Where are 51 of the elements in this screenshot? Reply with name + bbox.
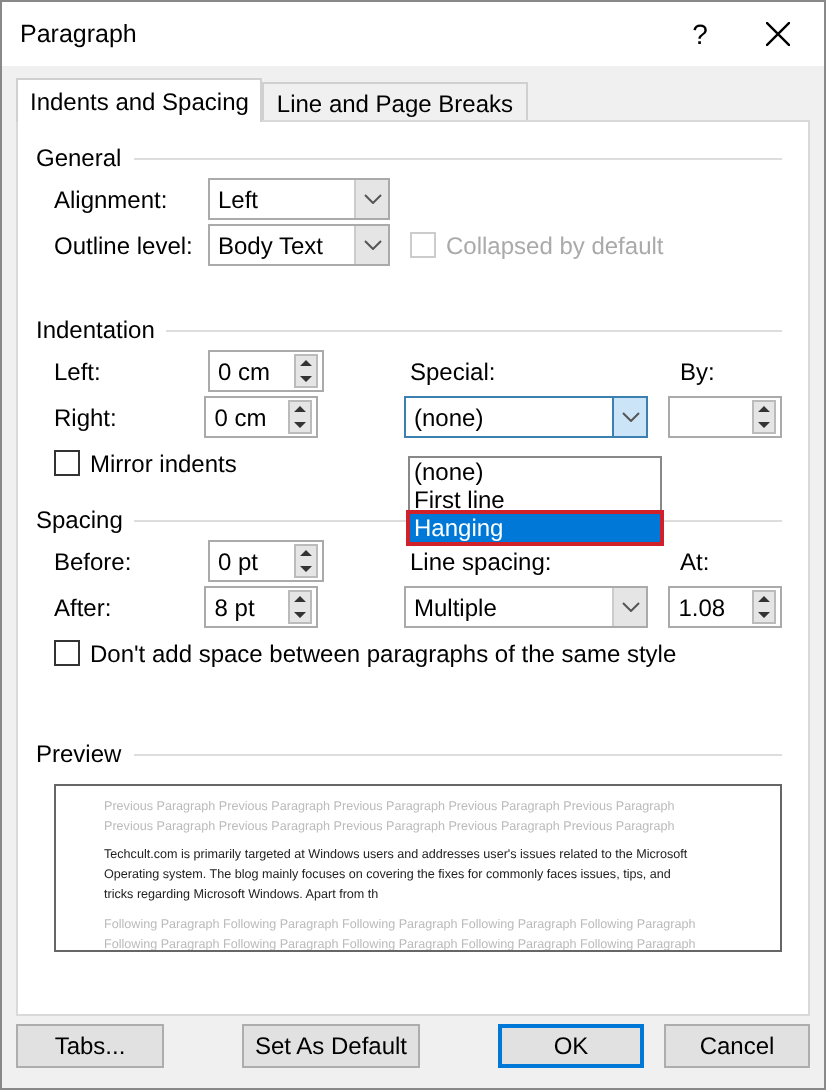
spin-field[interactable]: 0 cm (208, 350, 324, 392)
spin-arrows-icon (288, 590, 313, 624)
field-label: At: (680, 547, 712, 575)
spin-field[interactable]: 0 cm (204, 396, 319, 438)
spin-field[interactable]: 1.08 (668, 586, 782, 628)
dropdown[interactable]: Left (208, 178, 390, 220)
spin-arrows-icon (294, 544, 318, 578)
checkbox[interactable] (54, 450, 80, 476)
tab[interactable]: Line and Page Breaks (262, 82, 528, 120)
dropdown-option[interactable]: (none) (410, 458, 660, 486)
dialog-button[interactable]: OK (498, 1024, 644, 1068)
dropdown-option[interactable]: First line (410, 486, 660, 514)
caret-icon (363, 194, 381, 204)
dialog-button[interactable]: Cancel (664, 1024, 810, 1068)
dropdown[interactable]: Body Text (208, 224, 390, 266)
field-label: Before: (54, 547, 134, 575)
spin-field[interactable]: 8 pt (204, 586, 319, 628)
field-label: After: (54, 593, 114, 621)
field-label: Outline level: (54, 231, 195, 259)
field-label: Special: (410, 357, 498, 385)
close-icon[interactable] (766, 22, 790, 46)
section-heading: Indentation (36, 316, 155, 344)
dropdown-option[interactable]: Hanging (410, 514, 660, 542)
dropdown[interactable]: Multiple (404, 586, 649, 628)
tab[interactable]: Indents and Spacing (16, 78, 263, 122)
spin-arrows-icon (752, 400, 776, 434)
dropdown[interactable]: (none) (404, 396, 649, 438)
spin-field[interactable] (668, 396, 782, 438)
checkbox-label: Don't add space between paragraphs of the same style (90, 639, 677, 667)
caret-icon (621, 412, 640, 422)
field-label: Line spacing: (410, 547, 554, 575)
dialog-button[interactable]: Tabs... (16, 1024, 164, 1068)
field-label: Right: (54, 403, 119, 431)
spin-arrows-icon (288, 400, 313, 434)
spin-field[interactable]: 0 pt (208, 540, 324, 582)
field-label: By: (680, 357, 717, 385)
section-heading: General (36, 144, 122, 172)
field-label: Left: (54, 357, 103, 385)
spin-arrows-icon (752, 590, 776, 624)
help-button[interactable]: ? (654, 18, 746, 50)
checkbox-label: Collapsed by default (446, 231, 664, 259)
spin-arrows-icon (294, 354, 318, 388)
section-heading: Preview (36, 740, 122, 768)
caret-icon (363, 240, 381, 250)
dialog-button[interactable]: Set As Default (242, 1024, 420, 1068)
caret-icon (621, 602, 640, 612)
checkbox-label: Mirror indents (90, 449, 237, 477)
window-title: Paragraph (20, 20, 139, 48)
section-heading: Spacing (36, 506, 123, 534)
field-label: Alignment: (54, 185, 170, 213)
checkbox[interactable] (54, 640, 80, 666)
